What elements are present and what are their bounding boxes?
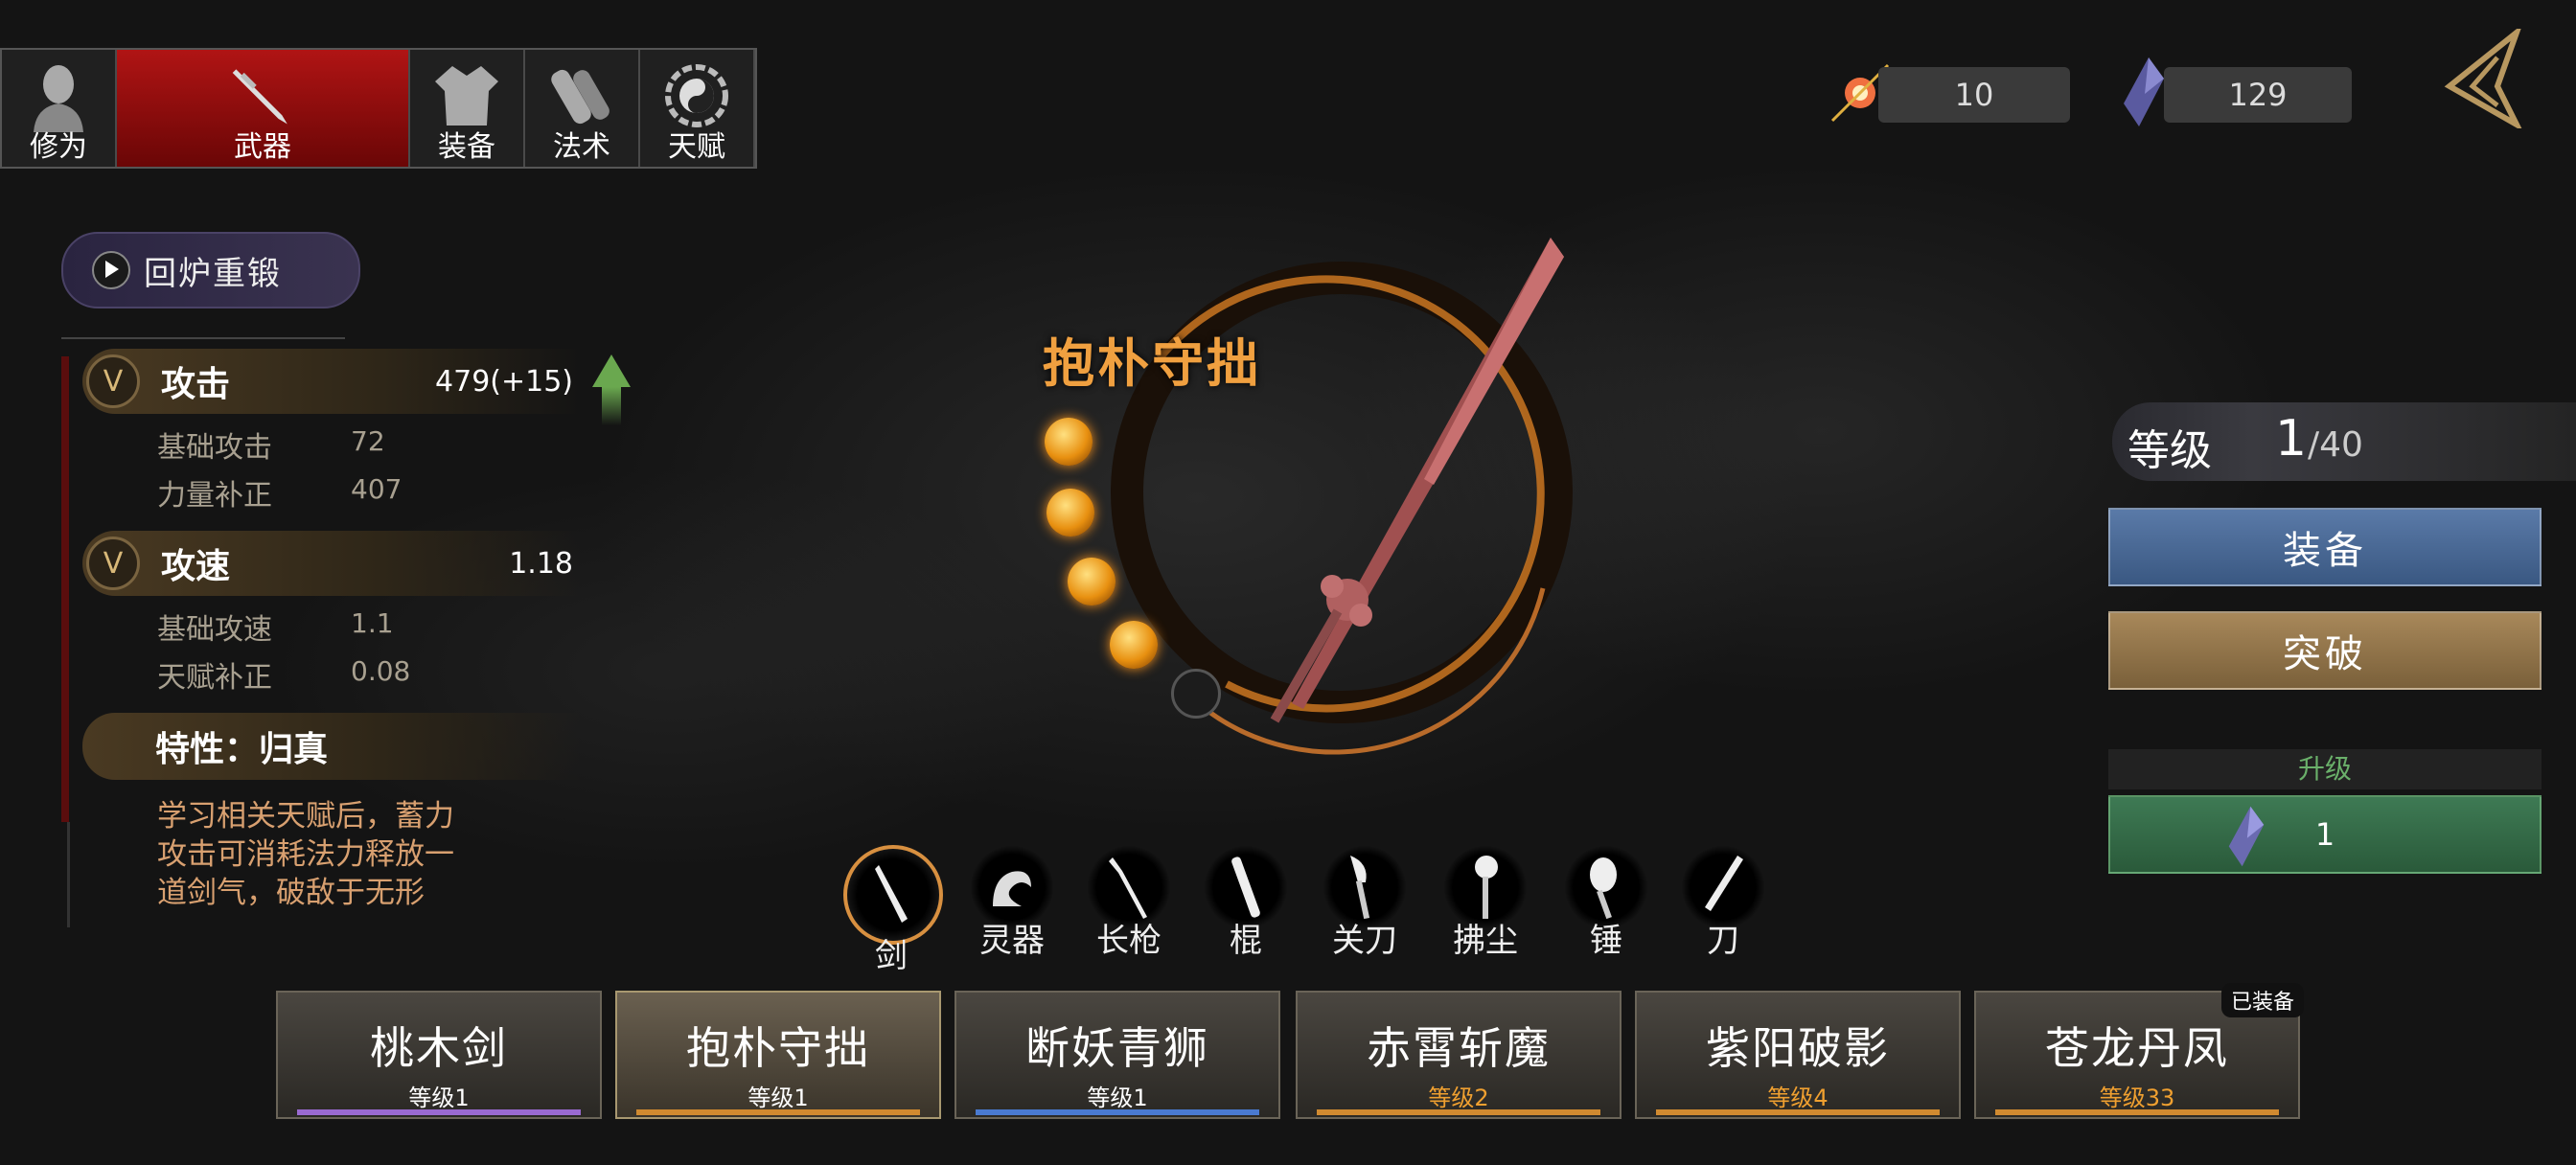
- rarity-bar: [1656, 1109, 1940, 1115]
- weapon-card[interactable]: 赤霄斩魔 等级2: [1296, 991, 1622, 1119]
- chevron-down-icon: V: [86, 537, 140, 590]
- divider: [61, 337, 345, 339]
- sword-icon: [229, 59, 296, 132]
- star-orb: [1045, 418, 1092, 466]
- tab-talent[interactable]: 天赋: [640, 50, 755, 167]
- weapon-name: 抱朴守拙: [1043, 333, 1261, 394]
- rarity-bar: [636, 1109, 920, 1115]
- robe-icon: [433, 59, 500, 132]
- weapon-type-glaive[interactable]: 关刀: [1317, 845, 1413, 961]
- weapon-type-whisk[interactable]: 拂尘: [1438, 845, 1533, 961]
- scroll-track[interactable]: [61, 356, 69, 822]
- upgrade-arrow-icon: [592, 354, 631, 387]
- trait-header: 特性：归真: [82, 713, 581, 780]
- category-tabs: 修为 武器 装备 法术 天赋: [0, 48, 757, 169]
- speed-header[interactable]: V 攻速 1.18: [82, 531, 581, 596]
- base-attack-label: 基础攻击: [157, 431, 272, 465]
- rarity-bar: [976, 1109, 1259, 1115]
- weapon-type-sword[interactable]: 剑: [843, 845, 943, 976]
- level-display: 等级 1 /40: [2112, 402, 2576, 481]
- weapon-type-blade[interactable]: 刀: [1675, 845, 1771, 961]
- monk-icon: [25, 59, 92, 132]
- strength-bonus-label: 力量补正: [157, 479, 272, 513]
- chevron-down-icon: V: [86, 354, 140, 408]
- level-max: /40: [2308, 425, 2363, 465]
- star-orb-empty: [1171, 669, 1221, 719]
- equipped-badge: 已装备: [2221, 983, 2305, 1017]
- trait-description: 学习相关天赋后，蓄力攻击可消耗法力释放一道剑气，破敌于无形: [157, 799, 454, 910]
- menu-icon[interactable]: [2440, 24, 2526, 132]
- tab-spells[interactable]: 法术: [525, 50, 640, 167]
- weapon-card[interactable]: 紫阳破影 等级4: [1635, 991, 1961, 1119]
- weapon-card[interactable]: 断妖青狮 等级1: [954, 991, 1280, 1119]
- star-orb: [1110, 621, 1158, 669]
- tab-cultivation[interactable]: 修为: [2, 50, 117, 167]
- equip-button[interactable]: 装备: [2108, 508, 2542, 586]
- level-label: 等级: [2128, 426, 2212, 475]
- weapon-type-staff[interactable]: 棍: [1198, 845, 1294, 961]
- essence-count: 10: [1878, 67, 2070, 123]
- tab-weapon[interactable]: 武器: [117, 50, 410, 167]
- upgrade-arrow-stem: [602, 387, 621, 425]
- star-orb: [1046, 489, 1094, 537]
- reforge-button[interactable]: 回炉重锻: [61, 232, 360, 308]
- upgrade-label: 升级: [2108, 749, 2542, 789]
- star-orb: [1068, 558, 1116, 605]
- weapon-type-spear[interactable]: 长枪: [1081, 845, 1177, 961]
- crystal-icon: [2120, 56, 2168, 132]
- speed-label: 攻速: [161, 547, 231, 586]
- level-current: 1: [2275, 410, 2308, 468]
- attack-value: 479(+15): [435, 364, 573, 399]
- strength-bonus-value: 407: [351, 473, 402, 505]
- scroll-track-end: [67, 822, 70, 927]
- base-attack-value: 72: [351, 425, 385, 457]
- tab-equipment[interactable]: 装备: [410, 50, 525, 167]
- gourd-icon: [548, 59, 615, 132]
- breakthrough-button[interactable]: 突破: [2108, 611, 2542, 690]
- reforge-label: 回炉重锻: [144, 254, 282, 293]
- talent-bonus-value: 0.08: [351, 655, 411, 687]
- crystal-count: 129: [2164, 67, 2352, 123]
- base-speed-value: 1.1: [351, 607, 394, 639]
- bagua-icon: [663, 59, 730, 132]
- talent-bonus-label: 天赋补正: [157, 661, 272, 695]
- play-icon: [92, 251, 130, 289]
- upgrade-cost: 1: [2314, 816, 2335, 853]
- speed-value: 1.18: [509, 546, 573, 581]
- base-speed-label: 基础攻速: [157, 613, 272, 647]
- weapon-type-hammer[interactable]: 锤: [1558, 845, 1654, 961]
- rarity-bar: [1317, 1109, 1600, 1115]
- trait-label: 特性：归真: [155, 730, 329, 769]
- weapon-sword-image: [1246, 230, 1572, 751]
- rarity-bar: [297, 1109, 581, 1115]
- attack-header[interactable]: V 攻击 479(+15): [82, 349, 581, 414]
- weapon-type-spirit[interactable]: 灵器: [964, 845, 1060, 961]
- rarity-bar: [1995, 1109, 2279, 1115]
- weapon-card[interactable]: 桃木剑 等级1: [276, 991, 602, 1119]
- upgrade-button[interactable]: 1: [2108, 795, 2542, 874]
- attack-label: 攻击: [161, 365, 231, 404]
- weapon-card-selected[interactable]: 抱朴守拙 等级1: [615, 991, 941, 1119]
